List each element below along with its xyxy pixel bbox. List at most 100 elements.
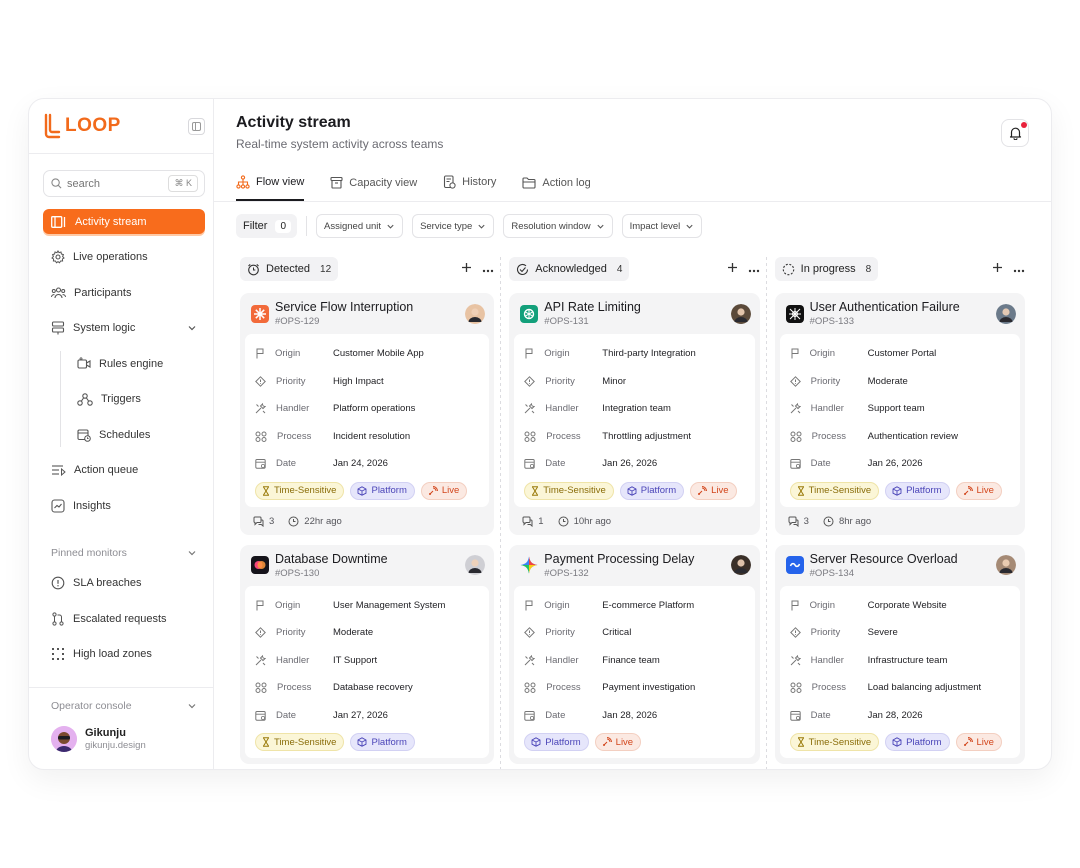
- sidebar-item-schedules[interactable]: Schedules: [69, 422, 205, 447]
- pinned-monitors-header[interactable]: Pinned monitors: [43, 543, 205, 563]
- flag-icon: [525, 600, 533, 611]
- tab-flow-view[interactable]: Flow view: [236, 175, 305, 201]
- tag-platform[interactable]: Platform: [885, 733, 950, 751]
- sidebar-item-live-operations[interactable]: Live operations: [43, 245, 205, 270]
- calendar-clock-icon: [77, 428, 91, 442]
- detail-value-process: Load balancing adjustment: [867, 682, 982, 694]
- pinned-item-high-load-zones[interactable]: High load zones: [43, 642, 205, 667]
- tag-label: Time-Sensitive: [543, 485, 606, 496]
- tag-live[interactable]: Live: [955, 733, 1002, 751]
- sidebar-item-activity-stream[interactable]: Activity stream: [43, 209, 205, 234]
- tag-time-sensitive[interactable]: Time-Sensitive: [789, 481, 880, 500]
- comment-count[interactable]: 1: [522, 516, 544, 527]
- operator-console-header[interactable]: Operator console: [43, 696, 205, 716]
- tag-live[interactable]: Live: [420, 481, 468, 500]
- sidebar-item-triggers[interactable]: Triggers: [69, 387, 205, 412]
- assigned-unit-dropdown[interactable]: Assigned unit: [316, 214, 404, 238]
- tag-platform[interactable]: Platform: [350, 481, 415, 500]
- tab-label: Capacity view: [349, 176, 418, 189]
- avatar[interactable]: [465, 555, 486, 575]
- tag-live[interactable]: Live: [955, 481, 1002, 500]
- avatar[interactable]: [996, 303, 1017, 324]
- detail-label-text: Handler: [276, 403, 310, 415]
- search-input[interactable]: [67, 177, 164, 190]
- card-title[interactable]: Server Resource Overload: [810, 552, 958, 566]
- tag-time-sensitive[interactable]: Time-Sensitive: [524, 481, 614, 500]
- brand-logo[interactable]: LOOP: [43, 112, 121, 140]
- incident-card[interactable]: API Rate Limiting #OPS-131 Origin Third-par…: [509, 293, 760, 535]
- search-box[interactable]: ⌘ K: [43, 170, 205, 197]
- filter-button[interactable]: Filter 0: [236, 214, 298, 238]
- pinned-item-escalated-requests[interactable]: Escalated requests: [43, 606, 205, 631]
- tag-platform[interactable]: Platform: [350, 733, 415, 751]
- comment-count[interactable]: 3: [788, 516, 809, 527]
- tab-action-log[interactable]: Action log: [522, 177, 591, 201]
- card-app-icon: [520, 304, 539, 323]
- card-title[interactable]: Payment Processing Delay: [544, 552, 694, 566]
- avatar[interactable]: [465, 303, 486, 324]
- card-title[interactable]: User Authentication Failure: [810, 300, 960, 314]
- avatar[interactable]: [996, 555, 1017, 575]
- notifications-button[interactable]: [1001, 119, 1029, 147]
- detail-label: Date: [255, 458, 333, 469]
- column-header: Detected 12: [236, 257, 500, 281]
- sidebar-item-system-logic[interactable]: System logic: [43, 316, 205, 341]
- tag-live[interactable]: Live: [594, 733, 642, 751]
- column-more-button[interactable]: [482, 260, 494, 278]
- sidebar-collapse-button[interactable]: [188, 117, 205, 135]
- column-more-button[interactable]: [748, 260, 760, 278]
- tag-platform[interactable]: Platform: [524, 733, 589, 751]
- tag-platform[interactable]: Platform: [619, 481, 685, 500]
- card-title[interactable]: API Rate Limiting: [544, 300, 641, 314]
- sidebar-item-action-queue[interactable]: Action queue: [43, 458, 205, 483]
- tag-platform[interactable]: Platform: [885, 481, 950, 500]
- comment-count-value: 3: [269, 515, 275, 527]
- tab-capacity-view[interactable]: Capacity view: [330, 176, 417, 201]
- add-card-button[interactable]: [727, 260, 738, 278]
- resolution-window-dropdown[interactable]: Resolution window: [503, 214, 613, 238]
- avatar[interactable]: [730, 555, 751, 575]
- detail-label-text: Date: [810, 458, 831, 470]
- add-card-button[interactable]: [992, 260, 1003, 278]
- card-title[interactable]: Database Downtime: [275, 552, 388, 566]
- user-profile[interactable]: Gikunju gikunju.design: [29, 726, 213, 752]
- pinned-item-sla-breaches[interactable]: SLA breaches: [43, 571, 205, 596]
- impact-level-dropdown[interactable]: Impact level: [621, 214, 703, 238]
- detail-value-priority: Moderate: [333, 627, 374, 639]
- chevron-down-icon[interactable]: [187, 323, 197, 333]
- status-pill[interactable]: Detected 12: [240, 257, 339, 281]
- tools-icon: [255, 654, 266, 666]
- sidebar-item-participants[interactable]: Participants: [43, 280, 205, 305]
- sidebar-item-insights[interactable]: Insights: [43, 493, 205, 518]
- cube-icon: [627, 485, 637, 496]
- avatar[interactable]: [730, 303, 751, 324]
- detail-label: Priority: [524, 627, 602, 638]
- add-card-button[interactable]: [461, 260, 472, 278]
- priority-diamond-icon: [524, 627, 536, 639]
- status-pill[interactable]: In progress 8: [774, 257, 879, 281]
- tag-time-sensitive[interactable]: Time-Sensitive: [255, 733, 345, 751]
- tools-icon: [524, 654, 536, 666]
- column-actions: [727, 260, 760, 278]
- card-title[interactable]: Service Flow Interruption: [275, 300, 413, 314]
- tag-time-sensitive[interactable]: Time-Sensitive: [789, 733, 880, 751]
- card-app-icon: [785, 304, 804, 323]
- column-more-button[interactable]: [1013, 260, 1025, 278]
- incident-card[interactable]: Payment Processing Delay #OPS-132 Origin E-…: [509, 544, 760, 764]
- tools-icon: [790, 654, 801, 666]
- detail-label-text: Process: [811, 430, 846, 442]
- incident-card[interactable]: Server Resource Overload #OPS-134 Origin Co…: [774, 544, 1026, 764]
- grid-dots-icon: [52, 648, 64, 660]
- comment-count[interactable]: 3: [253, 516, 274, 527]
- status-pill[interactable]: Acknowledged 4: [509, 257, 630, 281]
- live-signal-icon: [963, 485, 973, 495]
- tag-live[interactable]: Live: [690, 481, 737, 500]
- service-type-dropdown[interactable]: Service type: [412, 214, 495, 238]
- incident-card[interactable]: Service Flow Interruption #OPS-129 Origin C…: [240, 293, 495, 535]
- incident-card[interactable]: Database Downtime #OPS-130 Origin User Mana…: [240, 544, 495, 764]
- incident-card[interactable]: User Authentication Failure #OPS-133 Origi…: [774, 293, 1026, 535]
- priority-diamond-icon: [524, 375, 536, 387]
- tab-history[interactable]: History: [443, 175, 496, 201]
- tag-time-sensitive[interactable]: Time-Sensitive: [255, 481, 345, 500]
- sidebar-item-rules-engine[interactable]: Rules engine: [69, 351, 205, 376]
